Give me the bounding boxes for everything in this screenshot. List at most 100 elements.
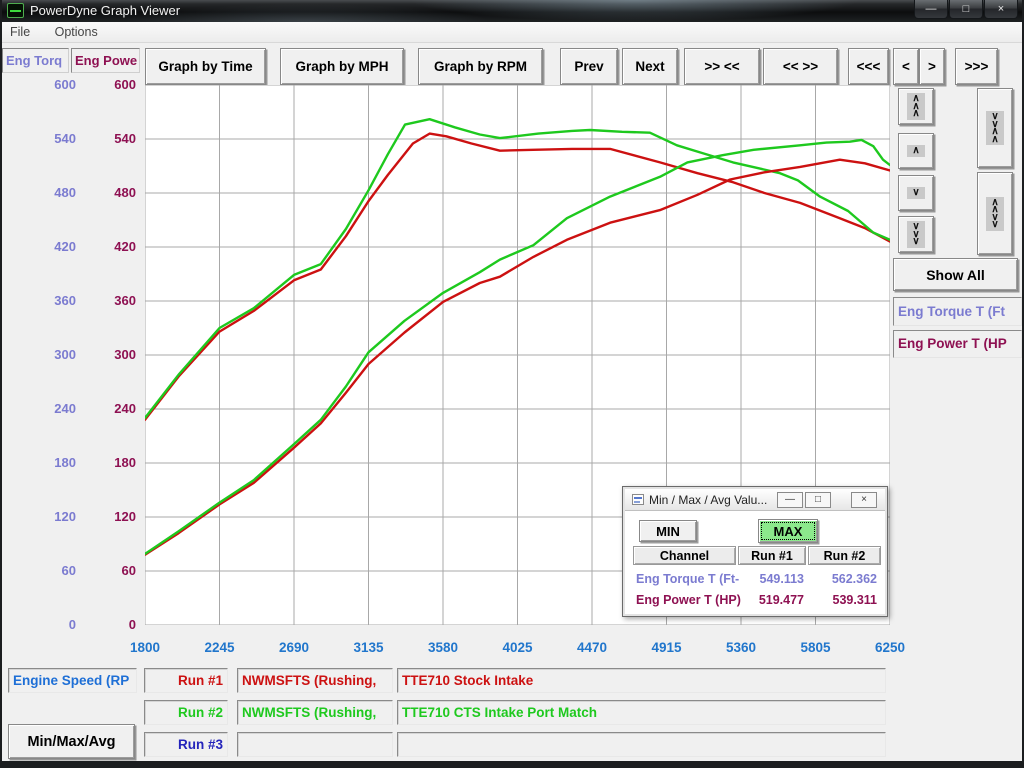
minmax-title-bar[interactable]: Min / Max / Avg Valu... — □ × bbox=[625, 489, 885, 511]
run3-name-field[interactable] bbox=[237, 732, 393, 757]
min-toggle-button[interactable]: MIN bbox=[639, 520, 697, 542]
max-toggle-button[interactable]: MAX bbox=[758, 519, 818, 543]
torque-axis-tick: 480 bbox=[18, 185, 76, 201]
chevron-up-icon: ∧ bbox=[907, 145, 924, 157]
scroll-left-button[interactable]: < bbox=[893, 48, 919, 85]
minmax-power-run2-value: 539.311 bbox=[811, 593, 877, 607]
rpm-tick: 3135 bbox=[339, 640, 399, 655]
expand-chevrons-icon: ∧∧∨∨ bbox=[986, 197, 1003, 231]
minmax-power-run1-value: 519.477 bbox=[738, 593, 804, 607]
axis-scroll-down-button[interactable]: ∨ bbox=[898, 175, 934, 211]
run3-description-field[interactable] bbox=[397, 732, 886, 757]
run2-description-field[interactable]: TTE710 CTS Intake Port Match bbox=[397, 700, 886, 725]
minmax-window: Min / Max / Avg Valu... — □ × MIN MAX Ch… bbox=[622, 486, 888, 617]
restore-button[interactable]: □ bbox=[949, 0, 983, 19]
torque-axis-tick: 600 bbox=[18, 77, 76, 93]
power-axis-tick: 540 bbox=[78, 131, 136, 147]
minmax-col-run1[interactable]: Run #1 bbox=[738, 546, 806, 565]
axis-scroll-bottom-button[interactable]: ∨∨∨ bbox=[898, 216, 934, 253]
menu-options[interactable]: Options bbox=[45, 22, 108, 39]
next-button[interactable]: Next bbox=[622, 48, 678, 85]
run1-label: Run #1 bbox=[144, 668, 228, 693]
minmax-row-power-channel: Eng Power T (HP) bbox=[636, 593, 741, 607]
minmax-window-icon bbox=[632, 494, 644, 505]
triple-chevron-up-icon: ∧∧∧ bbox=[907, 93, 924, 120]
minmax-torque-run1-value: 549.113 bbox=[738, 572, 804, 586]
torque-axis-tick: 120 bbox=[18, 509, 76, 525]
minmax-restore-button[interactable]: □ bbox=[805, 492, 831, 508]
run3-label: Run #3 bbox=[144, 732, 228, 757]
window-border-bottom bbox=[0, 761, 1024, 768]
torque-axis-tick: 60 bbox=[18, 563, 76, 579]
power-axis-tick: 0 bbox=[78, 617, 136, 633]
scroll-right-button[interactable]: > bbox=[919, 48, 945, 85]
menu-file[interactable]: File bbox=[0, 22, 40, 39]
minmax-avg-button[interactable]: Min/Max/Avg bbox=[8, 724, 135, 759]
rpm-tick: 4025 bbox=[488, 640, 548, 655]
minmax-minimize-button[interactable]: — bbox=[777, 492, 803, 508]
torque-axis-tick: 360 bbox=[18, 293, 76, 309]
minmax-col-channel[interactable]: Channel bbox=[633, 546, 736, 565]
graph-by-time-button[interactable]: Graph by Time bbox=[145, 48, 266, 85]
run1-name-field[interactable]: NWMSFTS (Rushing, bbox=[237, 668, 393, 693]
power-axis-tick: 300 bbox=[78, 347, 136, 363]
run2-name-field[interactable]: NWMSFTS (Rushing, bbox=[237, 700, 393, 725]
power-channel-label[interactable]: Eng Power T (HP bbox=[893, 330, 1022, 358]
axis-expand-button[interactable]: ∧∧∨∨ bbox=[977, 172, 1013, 255]
rpm-tick: 4915 bbox=[637, 640, 697, 655]
torque-axis-tick: 180 bbox=[18, 455, 76, 471]
rpm-tick: 1800 bbox=[115, 640, 175, 655]
zoom-in-x-button[interactable]: >> << bbox=[684, 48, 760, 85]
run2-label: Run #2 bbox=[144, 700, 228, 725]
torque-axis-tick: 0 bbox=[18, 617, 76, 633]
menu-bar: File Options bbox=[0, 22, 1024, 43]
torque-axis-tick: 240 bbox=[18, 401, 76, 417]
power-axis-tick: 480 bbox=[78, 185, 136, 201]
show-all-button[interactable]: Show All bbox=[893, 258, 1018, 291]
scroll-far-left-button[interactable]: <<< bbox=[848, 48, 889, 85]
rpm-axis-ticks: 1800224526903135358040254470491553605805… bbox=[145, 640, 890, 658]
power-axis-ticks: 060120180240300360420480540600 bbox=[78, 85, 136, 625]
minimize-button[interactable]: — bbox=[914, 0, 948, 19]
rpm-tick: 3580 bbox=[413, 640, 473, 655]
rpm-tick: 2245 bbox=[190, 640, 250, 655]
power-axis-tick: 420 bbox=[78, 239, 136, 255]
axis-compress-button[interactable]: ∨∨∧∧ bbox=[977, 88, 1013, 168]
chevron-down-icon: ∨ bbox=[907, 187, 924, 199]
x-axis-channel-label[interactable]: Engine Speed (RP bbox=[8, 668, 137, 693]
torque-axis-ticks: 060120180240300360420480540600 bbox=[18, 85, 76, 625]
rpm-tick: 4470 bbox=[562, 640, 622, 655]
window-border-left bbox=[0, 0, 2, 768]
scroll-far-right-button[interactable]: >>> bbox=[955, 48, 998, 85]
torque-axis-tick: 420 bbox=[18, 239, 76, 255]
power-axis-tick: 360 bbox=[78, 293, 136, 309]
power-axis-tick: 600 bbox=[78, 77, 136, 93]
tab-eng-torque[interactable]: Eng Torq bbox=[2, 48, 69, 73]
tab-eng-power[interactable]: Eng Powe bbox=[71, 48, 140, 73]
power-axis-tick: 120 bbox=[78, 509, 136, 525]
minmax-col-run2[interactable]: Run #2 bbox=[808, 546, 881, 565]
minmax-torque-run2-value: 562.362 bbox=[811, 572, 877, 586]
power-axis-tick: 240 bbox=[78, 401, 136, 417]
minmax-close-button[interactable]: × bbox=[851, 492, 877, 508]
torque-channel-label[interactable]: Eng Torque T (Ft bbox=[893, 297, 1022, 326]
axis-scroll-up-button[interactable]: ∧ bbox=[898, 133, 934, 169]
rpm-tick: 6250 bbox=[860, 640, 920, 655]
axis-scroll-top-button[interactable]: ∧∧∧ bbox=[898, 88, 934, 125]
app-icon bbox=[7, 3, 24, 18]
window-title: PowerDyne Graph Viewer bbox=[30, 3, 180, 18]
close-button[interactable]: × bbox=[984, 0, 1018, 19]
rpm-tick: 5360 bbox=[711, 640, 771, 655]
torque-axis-tick: 540 bbox=[18, 131, 76, 147]
torque-axis-tick: 300 bbox=[18, 347, 76, 363]
title-bar[interactable]: PowerDyne Graph Viewer — □ × bbox=[0, 0, 1024, 22]
prev-button[interactable]: Prev bbox=[560, 48, 618, 85]
rpm-tick: 5805 bbox=[786, 640, 846, 655]
graph-by-mph-button[interactable]: Graph by MPH bbox=[280, 48, 404, 85]
zoom-out-x-button[interactable]: << >> bbox=[763, 48, 838, 85]
rpm-tick: 2690 bbox=[264, 640, 324, 655]
triple-chevron-down-icon: ∨∨∨ bbox=[907, 221, 924, 248]
run1-description-field[interactable]: TTE710 Stock Intake bbox=[397, 668, 886, 693]
graph-by-rpm-button[interactable]: Graph by RPM bbox=[418, 48, 543, 85]
minmax-window-title: Min / Max / Avg Valu... bbox=[649, 493, 767, 507]
